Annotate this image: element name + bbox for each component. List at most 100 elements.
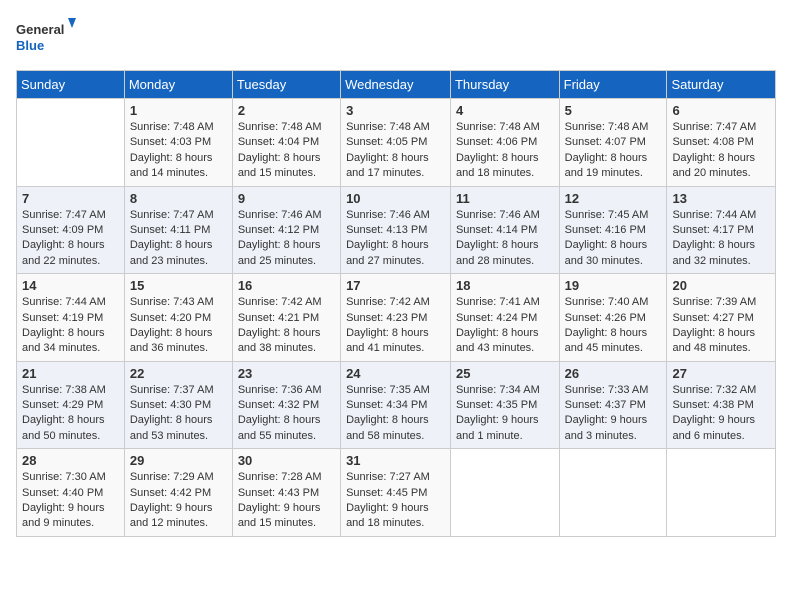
weekday-header-wednesday: Wednesday [341,71,451,99]
day-number: 1 [130,103,227,118]
day-number: 11 [456,191,554,206]
calendar-cell: 25 Sunrise: 7:34 AMSunset: 4:35 PMDayligh… [450,361,559,449]
calendar-cell: 20 Sunrise: 7:39 AMSunset: 4:27 PMDayligh… [667,274,776,362]
calendar-cell: 4 Sunrise: 7:48 AMSunset: 4:06 PMDaylight… [450,99,559,187]
calendar-cell [17,99,125,187]
day-info: Sunrise: 7:41 AMSunset: 4:24 PMDaylight:… [456,295,554,357]
day-info: Sunrise: 7:48 AMSunset: 4:04 PMDaylight:… [238,120,335,182]
day-info: Sunrise: 7:47 AMSunset: 4:09 PMDaylight:… [22,208,119,270]
calendar-cell: 24 Sunrise: 7:35 AMSunset: 4:34 PMDayligh… [341,361,451,449]
day-number: 25 [456,366,554,381]
day-info: Sunrise: 7:30 AMSunset: 4:40 PMDaylight:… [22,470,119,532]
day-number: 9 [238,191,335,206]
day-number: 2 [238,103,335,118]
calendar-cell: 23Sunrise: 7:36 AMSunset: 4:32 PMDayligh… [232,361,340,449]
day-number: 30 [238,453,335,468]
day-info: Sunrise: 7:36 AMSunset: 4:32 PMDaylight:… [238,383,335,445]
calendar-cell: 12Sunrise: 7:45 AMSunset: 4:16 PMDayligh… [559,186,667,274]
logo: General Blue [16,16,76,60]
calendar-cell: 30 Sunrise: 7:28 AMSunset: 4:43 PMDayligh… [232,449,340,537]
day-number: 8 [130,191,227,206]
calendar-cell: 31 Sunrise: 7:27 AMSunset: 4:45 PMDayligh… [341,449,451,537]
day-number: 5 [565,103,662,118]
day-info: Sunrise: 7:42 AMSunset: 4:23 PMDaylight:… [346,295,445,357]
day-number: 19 [565,278,662,293]
day-number: 31 [346,453,445,468]
calendar-cell [667,449,776,537]
calendar-cell: 10 Sunrise: 7:46 AMSunset: 4:13 PMDayligh… [341,186,451,274]
day-number: 14 [22,278,119,293]
calendar-table: SundayMondayTuesdayWednesdayThursdayFrid… [16,70,776,537]
day-number: 20 [672,278,770,293]
day-info: Sunrise: 7:46 AMSunset: 4:14 PMDaylight:… [456,208,554,270]
calendar-cell [559,449,667,537]
header: General Blue [16,16,776,60]
day-number: 24 [346,366,445,381]
day-number: 16 [238,278,335,293]
calendar-cell: 26 Sunrise: 7:33 AMSunset: 4:37 PMDayligh… [559,361,667,449]
day-info: Sunrise: 7:46 AMSunset: 4:13 PMDaylight:… [346,208,445,270]
calendar-cell: 6 Sunrise: 7:47 AMSunset: 4:08 PMDaylight… [667,99,776,187]
day-info: Sunrise: 7:27 AMSunset: 4:45 PMDaylight:… [346,470,445,532]
day-info: Sunrise: 7:42 AMSunset: 4:21 PMDaylight:… [238,295,335,357]
day-number: 17 [346,278,445,293]
calendar-cell: 27 Sunrise: 7:32 AMSunset: 4:38 PMDayligh… [667,361,776,449]
day-number: 28 [22,453,119,468]
day-number: 27 [672,366,770,381]
day-info: Sunrise: 7:33 AMSunset: 4:37 PMDaylight:… [565,383,662,445]
day-number: 18 [456,278,554,293]
calendar-cell: 16 Sunrise: 7:42 AMSunset: 4:21 PMDayligh… [232,274,340,362]
day-number: 26 [565,366,662,381]
day-info: Sunrise: 7:37 AMSunset: 4:30 PMDaylight:… [130,383,227,445]
calendar-cell: 18 Sunrise: 7:41 AMSunset: 4:24 PMDayligh… [450,274,559,362]
calendar-cell: 9 Sunrise: 7:46 AMSunset: 4:12 PMDaylight… [232,186,340,274]
calendar-cell: 11 Sunrise: 7:46 AMSunset: 4:14 PMDayligh… [450,186,559,274]
weekday-header-saturday: Saturday [667,71,776,99]
day-number: 15 [130,278,227,293]
day-info: Sunrise: 7:32 AMSunset: 4:38 PMDaylight:… [672,383,770,445]
calendar-cell: 28 Sunrise: 7:30 AMSunset: 4:40 PMDayligh… [17,449,125,537]
day-info: Sunrise: 7:48 AMSunset: 4:03 PMDaylight:… [130,120,227,182]
calendar-cell: 19 Sunrise: 7:40 AMSunset: 4:26 PMDayligh… [559,274,667,362]
calendar-cell: 13Sunrise: 7:44 AMSunset: 4:17 PMDayligh… [667,186,776,274]
day-info: Sunrise: 7:38 AMSunset: 4:29 PMDaylight:… [22,383,119,445]
calendar-cell: 3Sunrise: 7:48 AMSunset: 4:05 PMDaylight… [341,99,451,187]
day-info: Sunrise: 7:44 AMSunset: 4:17 PMDaylight:… [672,208,770,270]
day-number: 29 [130,453,227,468]
day-info: Sunrise: 7:48 AMSunset: 4:05 PMDaylight:… [346,120,445,182]
day-number: 10 [346,191,445,206]
day-number: 22 [130,366,227,381]
day-number: 21 [22,366,119,381]
day-number: 12 [565,191,662,206]
calendar-cell: 14 Sunrise: 7:44 AMSunset: 4:19 PMDayligh… [17,274,125,362]
weekday-header-sunday: Sunday [17,71,125,99]
weekday-header-thursday: Thursday [450,71,559,99]
weekday-header-monday: Monday [124,71,232,99]
day-info: Sunrise: 7:35 AMSunset: 4:34 PMDaylight:… [346,383,445,445]
calendar-cell: 2 Sunrise: 7:48 AMSunset: 4:04 PMDaylight… [232,99,340,187]
weekday-header-tuesday: Tuesday [232,71,340,99]
logo-svg: General Blue [16,16,76,60]
day-number: 4 [456,103,554,118]
day-info: Sunrise: 7:47 AMSunset: 4:11 PMDaylight:… [130,208,227,270]
day-info: Sunrise: 7:29 AMSunset: 4:42 PMDaylight:… [130,470,227,532]
day-info: Sunrise: 7:46 AMSunset: 4:12 PMDaylight:… [238,208,335,270]
day-info: Sunrise: 7:47 AMSunset: 4:08 PMDaylight:… [672,120,770,182]
calendar-cell: 8 Sunrise: 7:47 AMSunset: 4:11 PMDaylight… [124,186,232,274]
calendar-cell: 1 Sunrise: 7:48 AMSunset: 4:03 PMDaylight… [124,99,232,187]
day-info: Sunrise: 7:39 AMSunset: 4:27 PMDaylight:… [672,295,770,357]
day-info: Sunrise: 7:44 AMSunset: 4:19 PMDaylight:… [22,295,119,357]
day-info: Sunrise: 7:40 AMSunset: 4:26 PMDaylight:… [565,295,662,357]
day-info: Sunrise: 7:48 AMSunset: 4:07 PMDaylight:… [565,120,662,182]
day-info: Sunrise: 7:28 AMSunset: 4:43 PMDaylight:… [238,470,335,532]
calendar-cell [450,449,559,537]
calendar-cell: 17 Sunrise: 7:42 AMSunset: 4:23 PMDayligh… [341,274,451,362]
calendar-cell: 21 Sunrise: 7:38 AMSunset: 4:29 PMDayligh… [17,361,125,449]
calendar-cell: 22 Sunrise: 7:37 AMSunset: 4:30 PMDayligh… [124,361,232,449]
day-info: Sunrise: 7:48 AMSunset: 4:06 PMDaylight:… [456,120,554,182]
calendar-cell: 5 Sunrise: 7:48 AMSunset: 4:07 PMDaylight… [559,99,667,187]
calendar-cell: 7Sunrise: 7:47 AMSunset: 4:09 PMDaylight… [17,186,125,274]
day-number: 6 [672,103,770,118]
day-info: Sunrise: 7:34 AMSunset: 4:35 PMDaylight:… [456,383,554,445]
svg-text:Blue: Blue [16,38,44,53]
